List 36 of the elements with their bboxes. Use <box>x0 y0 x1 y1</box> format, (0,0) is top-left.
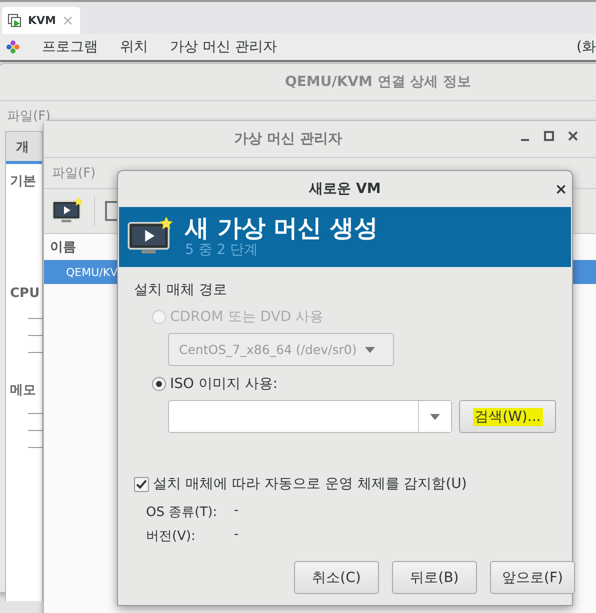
step-text: 5 중 2 단계 <box>185 241 260 259</box>
window-title: 가상 머신 관리자 <box>234 130 342 148</box>
field-value: - <box>234 503 240 520</box>
browse-button[interactable]: 검색(W)... <box>459 400 556 433</box>
caret-icon <box>364 346 375 352</box>
dialog-title: 새로운 VM <box>309 180 381 198</box>
radio-option[interactable]: ISO 이미지 사용: <box>152 372 556 396</box>
field-value: - <box>234 527 240 544</box>
checkmark-icon <box>136 478 147 490</box>
field-label: OS 종류(T): <box>146 504 218 521</box>
panel-text: (화 <box>576 38 596 56</box>
iso-path-field[interactable] <box>168 400 452 433</box>
details-tab[interactable]: 개 <box>6 132 42 164</box>
autodetect-checkbox[interactable]: 설치 매체에 따라 자동으로 운영 체제를 감지함(U) <box>134 473 556 495</box>
panel-menu-item[interactable]: 프로그램 <box>42 38 98 56</box>
section-heading: CPU <box>10 286 41 303</box>
banner-title: 새 가상 머신 생성 <box>185 215 378 241</box>
panel-menu-item[interactable]: 위치 <box>120 38 148 56</box>
caret-icon <box>430 414 440 420</box>
window-title: QEMU/KVM 연결 상세 정보 <box>0 64 596 101</box>
tab-label: KVM <box>28 14 56 27</box>
field-label: 버전(V): <box>146 528 196 545</box>
window-play-icon <box>8 14 22 28</box>
kvm-tab[interactable]: KVM × <box>2 7 80 34</box>
flower-logo-icon <box>6 40 20 54</box>
section-heading: 메모 <box>10 382 37 400</box>
close-button[interactable]: × <box>546 171 576 206</box>
dialog-button[interactable]: 뒤로(B) <box>392 561 477 594</box>
section-label: 설치 매체 경로 <box>134 281 228 300</box>
new-vm-icon <box>52 197 84 225</box>
maximize-icon[interactable] <box>542 129 556 143</box>
close-icon[interactable] <box>566 129 580 143</box>
section-heading: 기본 <box>10 173 37 191</box>
panel-menu-item[interactable]: 가상 머신 관리자 <box>170 38 277 56</box>
dialog-button[interactable]: 앞으로(F) <box>490 561 575 594</box>
dialog-button[interactable]: 취소(C) <box>294 561 379 594</box>
